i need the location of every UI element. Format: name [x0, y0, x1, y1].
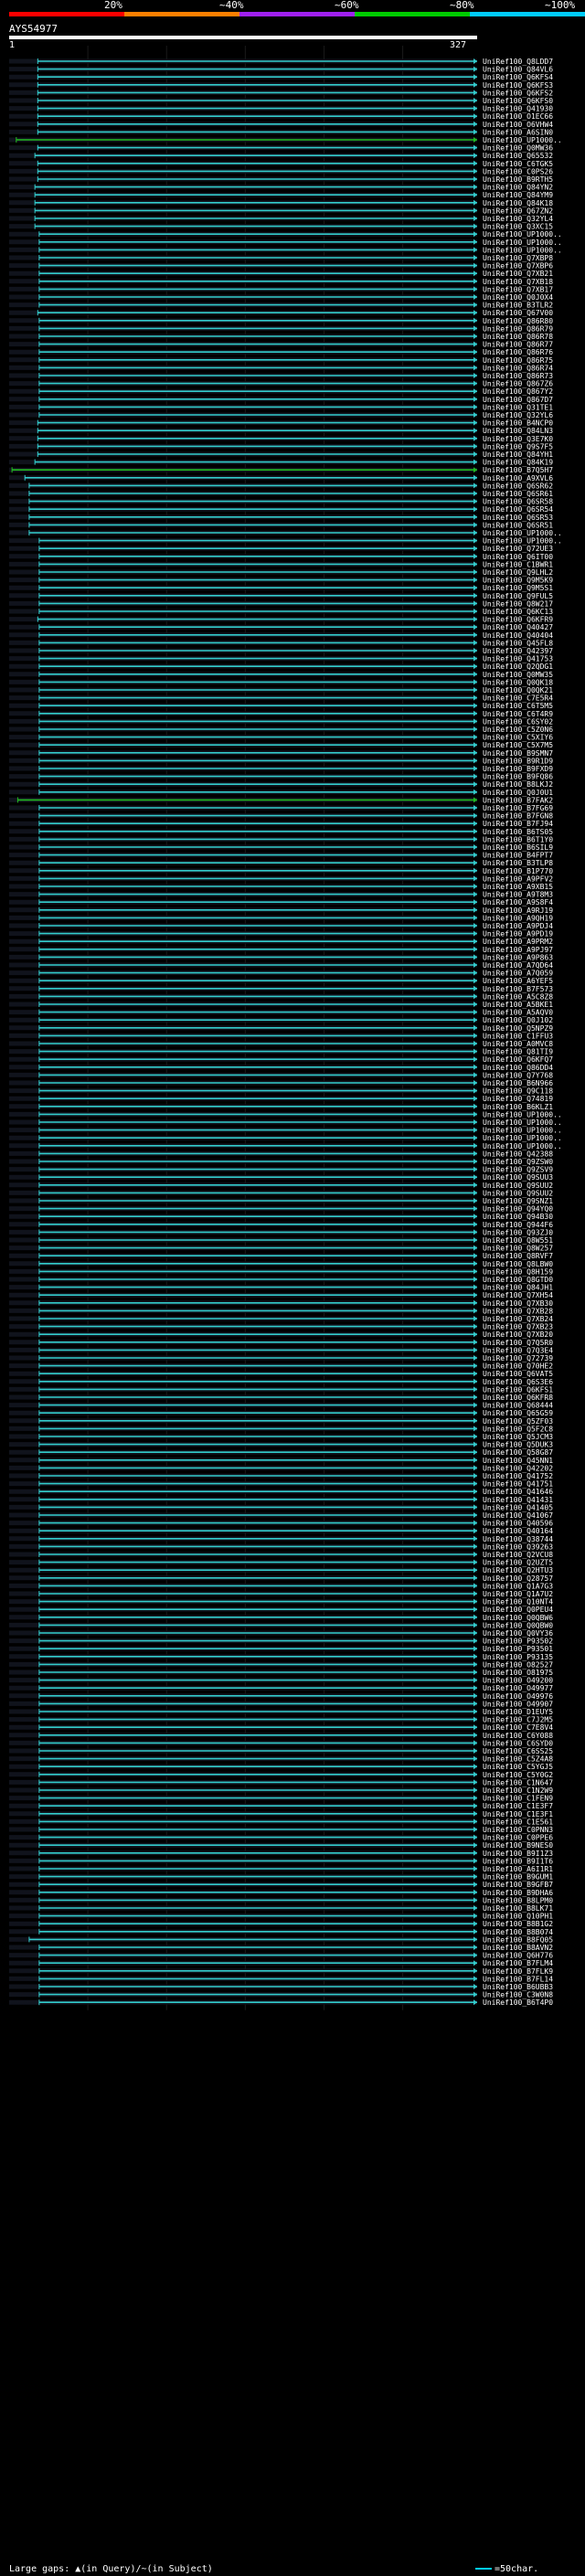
footer-gap-legend: Large gaps: ▲(in Query)/~(in Subject): [9, 2564, 213, 2574]
footer-scale-legend: =50char.: [475, 2564, 538, 2574]
scale-legend-text: =50char.: [495, 2564, 539, 2574]
alignment-chart: UniRef100_Q8LDD7UniRef100_Q84VL6UniRef10…: [9, 46, 562, 2010]
scale-swatch: [475, 2568, 492, 2570]
hit-label[interactable]: UniRef100_B6T4P0: [483, 1998, 553, 2007]
